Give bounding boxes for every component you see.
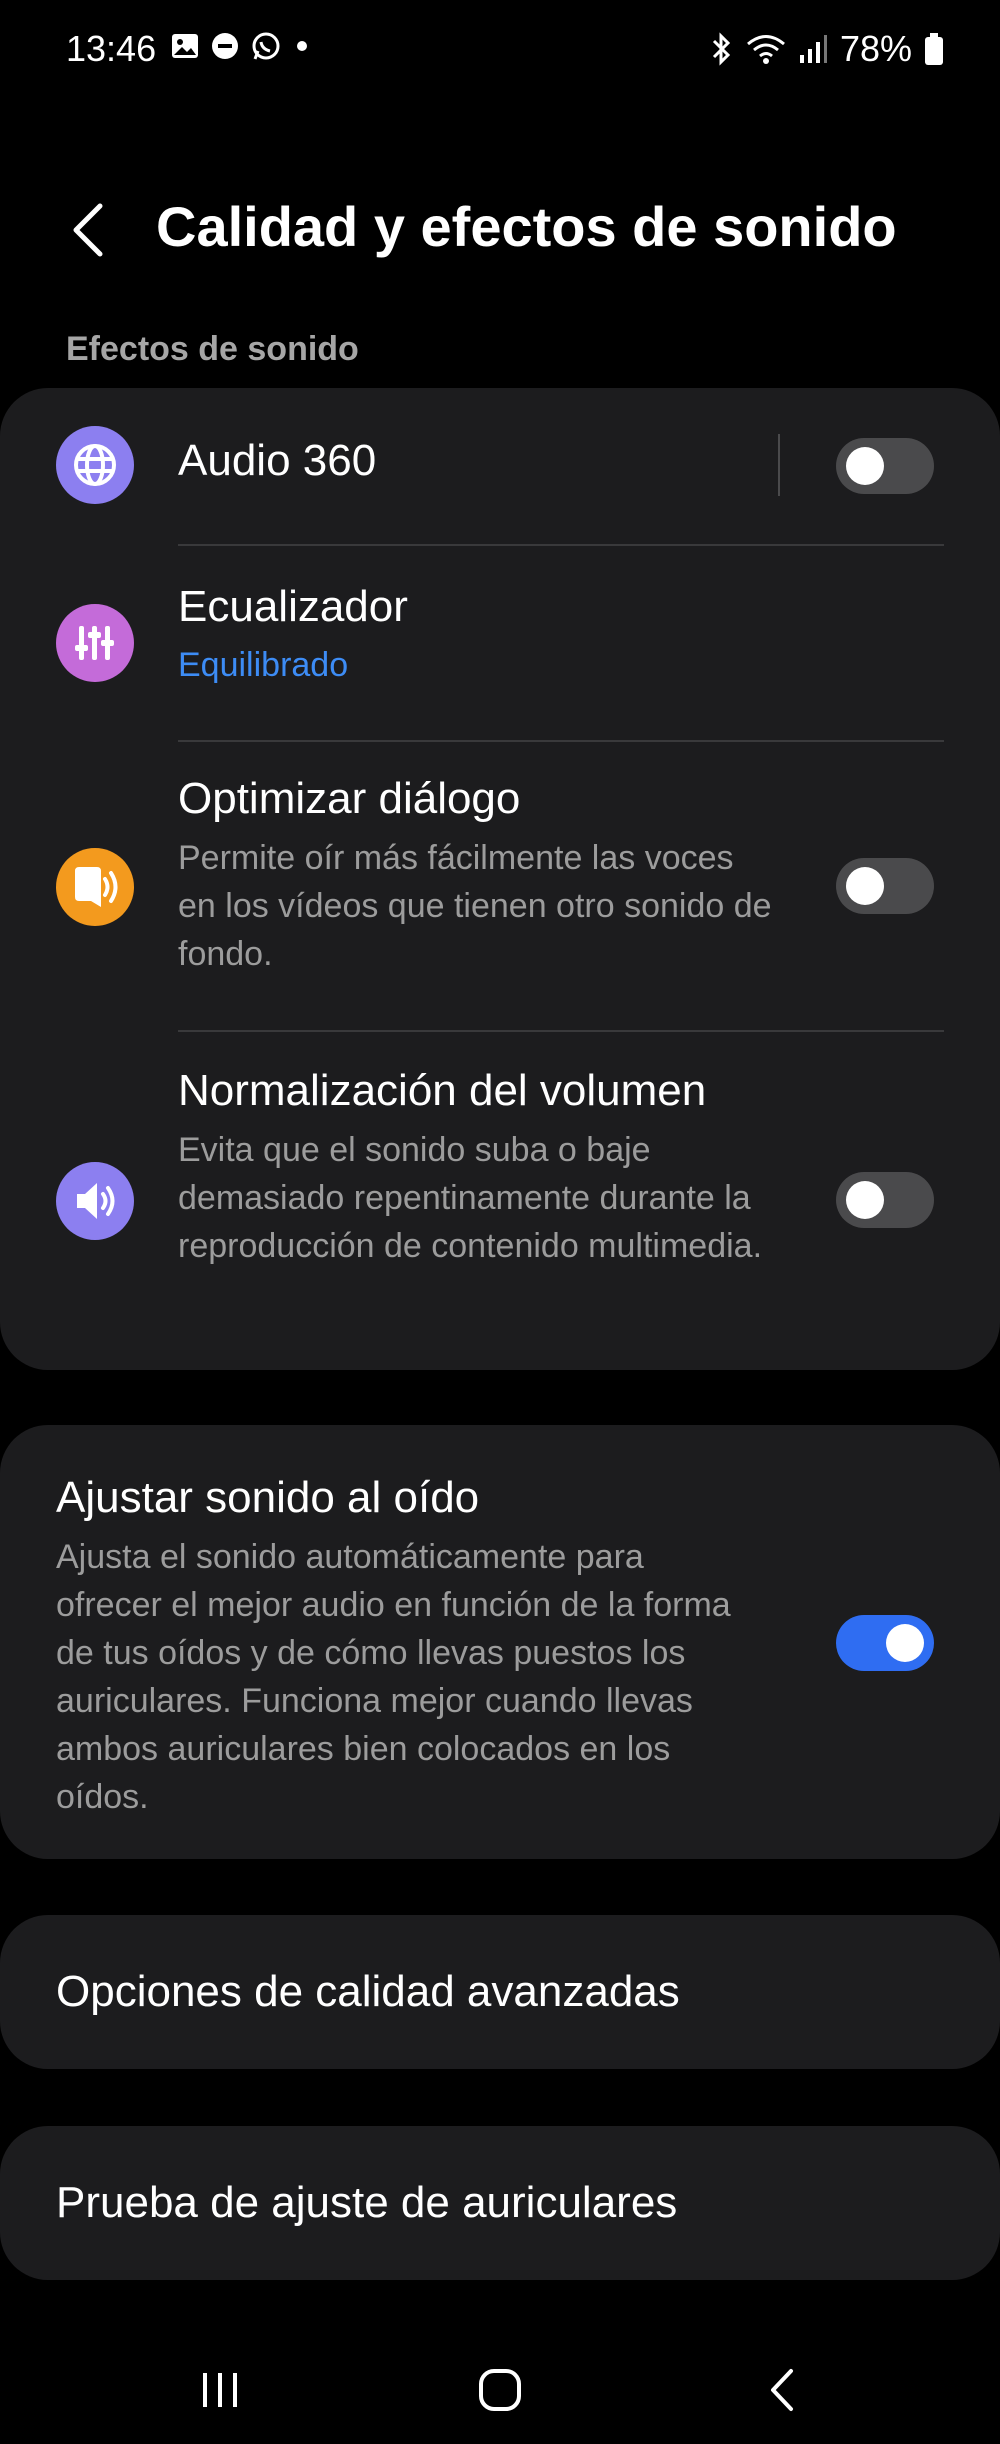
adapt-sound-toggle[interactable] — [836, 1615, 934, 1671]
equalizer-value: Equilibrado — [178, 646, 349, 684]
normalization-label: Normalización del volumen — [178, 1066, 707, 1115]
app-header: Calidad y efectos de sonido — [0, 170, 1000, 290]
dialog-toggle[interactable] — [836, 858, 934, 914]
normalization-description: Evita que el sonido suba o baje demasiad… — [178, 1131, 763, 1265]
vertical-separator — [778, 434, 780, 496]
signal-icon — [799, 35, 827, 63]
speaker-icon — [56, 1162, 134, 1240]
toggle-knob — [846, 1181, 884, 1219]
speech-icon — [56, 848, 134, 926]
section-label-sound-effects: Efectos de sonido — [66, 330, 359, 368]
equalizer-row[interactable]: Ecualizador Equilibrado — [0, 546, 1000, 742]
back-button[interactable] — [58, 190, 118, 270]
recent-apps-icon — [203, 2373, 237, 2407]
status-bar: 13:46 78% — [0, 0, 1000, 110]
earbud-fit-test-label: Prueba de ajuste de auriculares — [56, 2178, 678, 2227]
notification-icons — [170, 30, 312, 62]
audio360-toggle[interactable] — [836, 438, 934, 494]
battery-percentage: 78% — [839, 28, 912, 69]
sound-effects-card: Audio 360 Ecualizador Equilibrado Optimi… — [0, 388, 1000, 1370]
sliders-icon — [56, 604, 134, 682]
back-icon — [771, 2369, 793, 2411]
normalization-toggle[interactable] — [836, 1172, 934, 1228]
chevron-left-icon — [73, 203, 103, 257]
image-icon — [172, 34, 198, 58]
adapt-sound-description: Ajusta el sonido automáticamente para of… — [56, 1538, 731, 1816]
more-notifications-dot-icon — [297, 41, 307, 51]
home-button[interactable] — [460, 2350, 540, 2430]
adapt-sound-label: Ajustar sonido al oído — [56, 1473, 480, 1522]
system-navigation-bar — [0, 2330, 1000, 2444]
wifi-icon — [746, 35, 785, 64]
battery-icon — [925, 33, 943, 65]
bluetooth-icon — [712, 32, 731, 66]
advanced-quality-options-item[interactable]: Opciones de calidad avanzadas — [0, 1915, 1000, 2069]
do-not-disturb-icon — [212, 33, 238, 59]
dialog-label: Optimizar diálogo — [178, 774, 521, 823]
home-icon — [479, 2369, 521, 2411]
toggle-knob — [846, 867, 884, 905]
recent-apps-button[interactable] — [180, 2350, 260, 2430]
dialog-description: Permite oír más fácilmente las voces en … — [178, 839, 772, 973]
audio360-row[interactable]: Audio 360 — [0, 388, 1000, 544]
dialog-row[interactable]: Optimizar diálogo Permite oír más fácilm… — [0, 742, 1000, 1032]
equalizer-label: Ecualizador — [178, 582, 408, 631]
back-nav-button[interactable] — [742, 2350, 822, 2430]
status-time: 13:46 — [66, 28, 157, 69]
advanced-quality-options-label: Opciones de calidad avanzadas — [56, 1967, 680, 2016]
normalization-row[interactable]: Normalización del volumen Evita que el s… — [0, 1032, 1000, 1370]
whatsapp-icon — [252, 32, 280, 60]
audio360-label: Audio 360 — [178, 436, 377, 485]
page-title: Calidad y efectos de sonido — [156, 195, 897, 258]
toggle-knob — [846, 447, 884, 485]
toggle-knob — [886, 1624, 924, 1662]
system-icons: 78% — [708, 28, 944, 70]
adapt-sound-card[interactable]: Ajustar sonido al oído Ajusta el sonido … — [0, 1425, 1000, 1859]
globe-icon — [56, 426, 134, 504]
earbud-fit-test-item[interactable]: Prueba de ajuste de auriculares — [0, 2126, 1000, 2280]
